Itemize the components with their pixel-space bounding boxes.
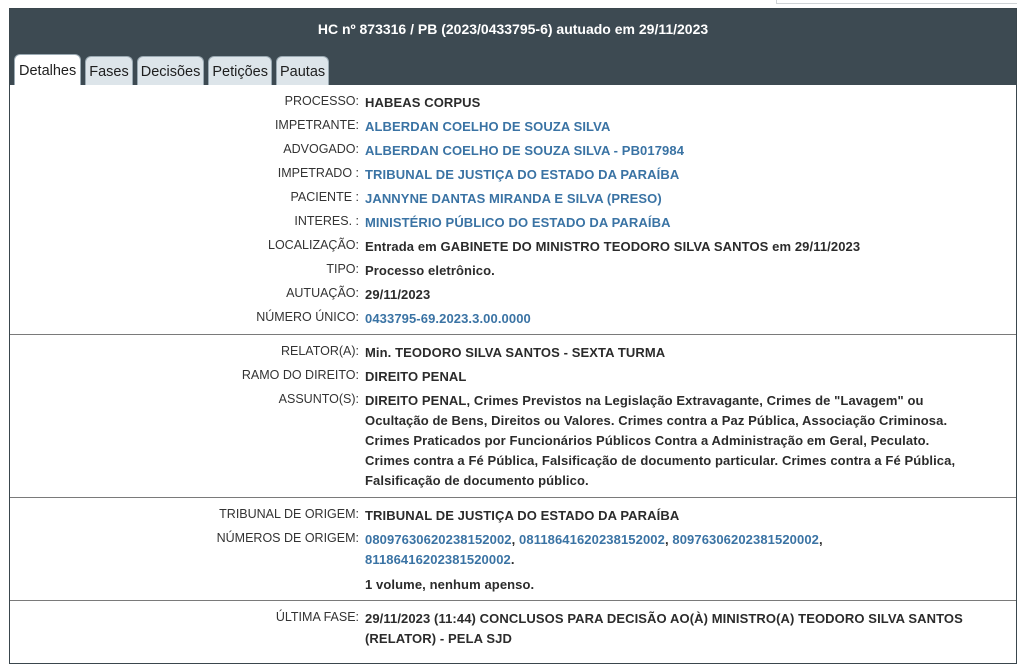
row-assuntos: ASSUNTO(S): DIREITO PENAL, Crimes Previs… xyxy=(10,391,1016,491)
row-localizacao: LOCALIZAÇÃO: Entrada em GABINETE DO MINI… xyxy=(10,237,1016,256)
tab-peticoes[interactable]: Petições xyxy=(208,56,272,86)
label-tribunal-origem: TRIBUNAL DE ORIGEM: xyxy=(219,507,359,521)
value-processo: HABEAS CORPUS xyxy=(365,95,481,110)
row-numeros-origem: NÚMEROS DE ORIGEM: 08097630620238152002,… xyxy=(10,530,1016,570)
separator: , xyxy=(511,532,520,547)
label-autuacao: AUTUAÇÃO: xyxy=(286,286,359,300)
label-impetrante: IMPETRANTE: xyxy=(274,118,359,132)
numeros-origem-list: 08097630620238152002, 081186416202381520… xyxy=(365,530,965,570)
label-interes: INTERES. : xyxy=(294,214,359,228)
value-tribunal-origem: TRIBUNAL DE JUSTIÇA DO ESTADO DA PARAÍBA xyxy=(365,508,680,523)
value-autuacao: 29/11/2023 xyxy=(365,287,431,302)
value-localizacao: Entrada em GABINETE DO MINISTRO TEODORO … xyxy=(365,239,861,254)
row-autuacao: AUTUAÇÃO: 29/11/2023 xyxy=(10,285,1016,304)
link-impetrante[interactable]: ALBERDAN COELHO DE SOUZA SILVA xyxy=(365,117,610,136)
row-relator: RELATOR(A): Min. TEODORO SILVA SANTOS - … xyxy=(10,343,1016,362)
row-numero-unico: NÚMERO ÚNICO: 0433795-69.2023.3.00.0000 xyxy=(10,309,1016,328)
row-impetrado: IMPETRADO : TRIBUNAL DE JUSTIÇA DO ESTAD… xyxy=(10,165,1016,184)
row-advogado: ADVOGADO: ALBERDAN COELHO DE SOUZA SILVA… xyxy=(10,141,1016,160)
row-ramo: RAMO DO DIREITO: DIREITO PENAL xyxy=(10,367,1016,386)
row-tribunal-origem: TRIBUNAL DE ORIGEM: TRIBUNAL DE JUSTIÇA … xyxy=(10,506,1016,525)
link-numero-origem[interactable]: 81186416202381520002 xyxy=(365,552,511,567)
details-content: PROCESSO: HABEAS CORPUS IMPETRANTE: ALBE… xyxy=(10,85,1016,663)
tab-bar: Detalhes Fases Decisões Petições Pautas xyxy=(14,54,330,87)
label-numero-unico: NÚMERO ÚNICO: xyxy=(256,310,359,324)
value-assuntos: DIREITO PENAL, Crimes Previstos na Legis… xyxy=(365,393,956,488)
label-ultima-fase: ÚLTIMA FASE: xyxy=(275,610,359,624)
link-paciente[interactable]: JANNYNE DANTAS MIRANDA E SILVA (PRESO) xyxy=(365,189,662,208)
relator-section: RELATOR(A): Min. TEODORO SILVA SANTOS - … xyxy=(10,335,1016,498)
row-paciente: PACIENTE : JANNYNE DANTAS MIRANDA E SILV… xyxy=(10,189,1016,208)
row-interes: INTERES. : MINISTÉRIO PÚBLICO DO ESTADO … xyxy=(10,213,1016,232)
label-tipo: TIPO: xyxy=(326,262,359,276)
label-ramo: RAMO DO DIREITO: xyxy=(241,368,359,382)
value-ultima-fase: 29/11/2023 (11:44) CONCLUSOS PARA DECISÃ… xyxy=(365,611,963,646)
label-numeros-origem: NÚMEROS DE ORIGEM: xyxy=(216,531,359,545)
row-ultima-fase: ÚLTIMA FASE: 29/11/2023 (11:44) CONCLUSO… xyxy=(10,609,1016,649)
process-title: HC nº 873316 / PB (2023/0433795-6) autua… xyxy=(317,21,709,37)
top-strip xyxy=(0,0,1030,8)
value-relator: Min. TEODORO SILVA SANTOS - SEXTA TURMA xyxy=(365,345,666,360)
link-advogado[interactable]: ALBERDAN COELHO DE SOUZA SILVA - PB01798… xyxy=(365,141,684,160)
link-numero-origem[interactable]: 08118641620238152002 xyxy=(519,532,665,547)
value-tipo: Processo eletrônico. xyxy=(365,263,495,278)
tab-pautas[interactable]: Pautas xyxy=(276,56,330,86)
value-ramo: DIREITO PENAL xyxy=(365,369,467,384)
tab-fases[interactable]: Fases xyxy=(85,56,133,86)
details-section: PROCESSO: HABEAS CORPUS IMPETRANTE: ALBE… xyxy=(10,85,1016,335)
row-processo: PROCESSO: HABEAS CORPUS xyxy=(10,93,1016,112)
tab-decisoes[interactable]: Decisões xyxy=(136,56,205,86)
search-box-edge[interactable] xyxy=(776,0,1017,4)
label-volume-empty xyxy=(10,575,359,576)
row-impetrante: IMPETRANTE: ALBERDAN COELHO DE SOUZA SIL… xyxy=(10,117,1016,136)
ultima-fase-section: ÚLTIMA FASE: 29/11/2023 (11:44) CONCLUSO… xyxy=(10,601,1016,660)
separator: , xyxy=(818,532,823,547)
tab-detalhes[interactable]: Detalhes xyxy=(14,54,82,87)
value-volume: 1 volume, nenhum apenso. xyxy=(365,577,535,592)
link-interes[interactable]: MINISTÉRIO PÚBLICO DO ESTADO DA PARAÍBA xyxy=(365,213,671,232)
origem-section: TRIBUNAL DE ORIGEM: TRIBUNAL DE JUSTIÇA … xyxy=(10,498,1016,601)
label-paciente: PACIENTE : xyxy=(290,190,359,204)
end-punct: . xyxy=(510,552,515,567)
link-impetrado[interactable]: TRIBUNAL DE JUSTIÇA DO ESTADO DA PARAÍBA xyxy=(365,165,679,184)
label-localizacao: LOCALIZAÇÃO: xyxy=(268,238,359,252)
link-numero-origem[interactable]: 80976306202381520002 xyxy=(672,532,819,547)
label-relator: RELATOR(A): xyxy=(280,344,359,358)
label-impetrado: IMPETRADO : xyxy=(277,166,359,180)
label-processo: PROCESSO: xyxy=(284,94,359,108)
link-numero-origem[interactable]: 08097630620238152002 xyxy=(365,532,512,547)
link-numero-unico[interactable]: 0433795-69.2023.3.00.0000 xyxy=(365,309,531,328)
row-volume: 1 volume, nenhum apenso. xyxy=(10,575,1016,594)
process-panel: HC nº 873316 / PB (2023/0433795-6) autua… xyxy=(9,8,1017,664)
label-assuntos: ASSUNTO(S): xyxy=(278,392,359,406)
label-advogado: ADVOGADO: xyxy=(283,142,359,156)
row-tipo: TIPO: Processo eletrônico. xyxy=(10,261,1016,280)
